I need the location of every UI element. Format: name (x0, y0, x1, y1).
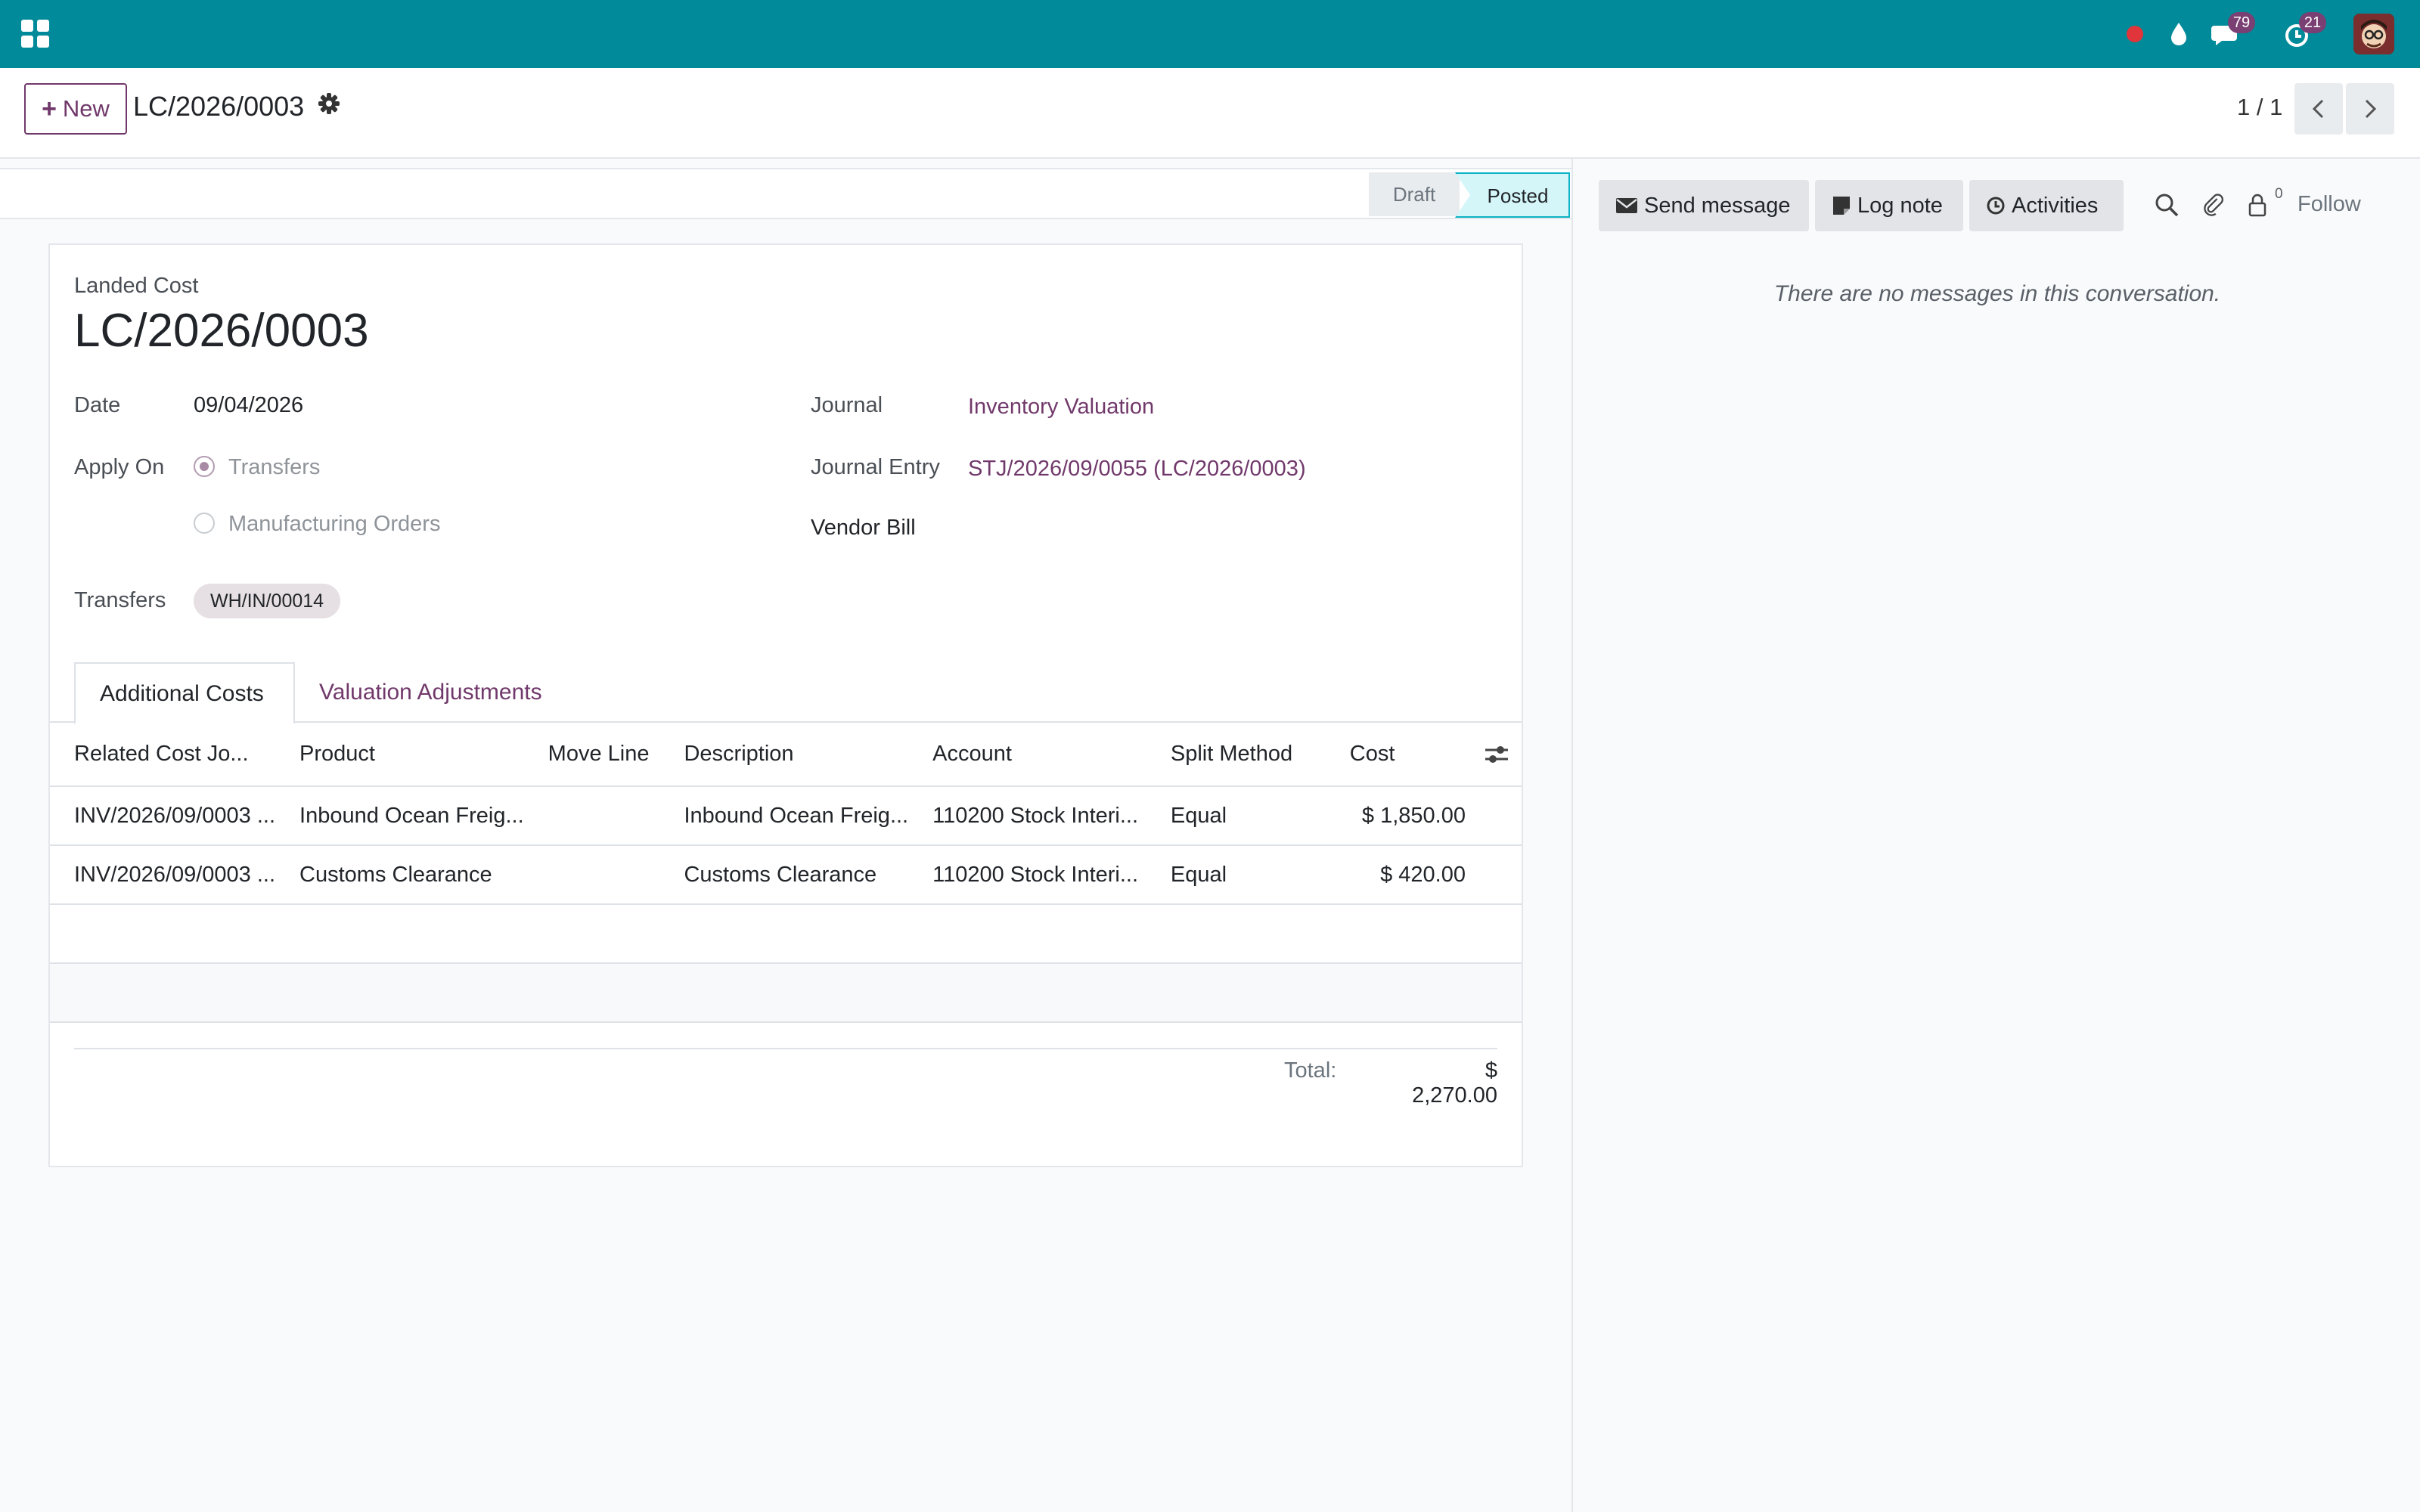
cell-move-line (523, 845, 660, 905)
follower-count: 0 (2275, 186, 2283, 202)
follower-lock-icon[interactable] (2245, 192, 2270, 218)
cell-split-method: Equal (1146, 786, 1326, 846)
chat-badge: 79 (2228, 12, 2255, 33)
record-type-label: Landed Cost (74, 274, 199, 298)
pager-value[interactable]: 1 / 1 (2237, 94, 2282, 121)
search-icon[interactable] (2154, 192, 2180, 218)
column-header[interactable]: Account (908, 723, 1146, 787)
follow-button[interactable]: Follow (2297, 192, 2361, 217)
apply-on-label: Apply On (74, 455, 165, 479)
activity-badge: 21 (2299, 12, 2326, 33)
cell-related-cost-journal: INV/2026/09/0003 ... (50, 845, 276, 905)
journal-label: Journal (811, 393, 883, 417)
send-message-label: Send message (1644, 194, 1791, 218)
journal-entry-link[interactable]: STJ/2026/09/0055 (LC/2026/0003) (968, 457, 1306, 482)
date-value: 09/04/2026 (194, 393, 304, 417)
radio-manufacturing-orders-label: Manufacturing Orders (228, 512, 441, 536)
radio-manufacturing-orders[interactable] (194, 513, 215, 534)
activities-button[interactable]: Activities (1969, 180, 2124, 231)
cell-cost: $ 1,850.00 (1325, 786, 1522, 846)
cell-move-line (523, 786, 660, 846)
control-panel: + New LC/2026/0003 1 / 1 (0, 68, 2420, 159)
transfer-tag[interactable]: WH/IN/00014 (194, 584, 341, 618)
recording-indicator-icon[interactable] (2119, 18, 2151, 50)
cell-account: 110200 Stock Interi... (908, 786, 1146, 846)
plus-icon: + (42, 94, 57, 123)
activity-clock-icon[interactable]: 21 (2281, 12, 2326, 50)
pager-previous-button[interactable] (2294, 83, 2343, 135)
chevron-right-icon (2365, 99, 2377, 119)
chatter-panel: Send message Log note Activities 0 Follo… (1571, 159, 2420, 1512)
tab-valuation-adjustments[interactable]: Valuation Adjustments (319, 662, 542, 723)
stage-draft[interactable]: Draft (1369, 172, 1460, 216)
notebook-tabs: Additional Costs Valuation Adjustments (50, 662, 1522, 724)
log-note-label: Log note (1857, 194, 1943, 218)
chevron-left-icon (2312, 99, 2324, 119)
radio-transfers-label: Transfers (228, 455, 321, 479)
date-label: Date (74, 393, 121, 417)
empty-row (50, 904, 1522, 964)
breadcrumb: LC/2026/0003 (133, 91, 305, 122)
vendor-bill-label: Vendor Bill (811, 516, 916, 540)
status-bar: Draft Posted (0, 168, 1571, 219)
paperclip-icon[interactable] (2201, 192, 2226, 218)
table-row[interactable]: INV/2026/09/0003 ... Customs Clearance C… (50, 845, 1522, 905)
gear-icon[interactable] (316, 91, 342, 116)
column-header[interactable]: Description (659, 723, 909, 787)
table-header-row: Related Cost Jo... Product Move Line Des… (50, 723, 1522, 787)
table-row[interactable]: INV/2026/09/0003 ... Inbound Ocean Freig… (50, 786, 1522, 846)
water-drop-icon[interactable] (2163, 18, 2195, 50)
user-avatar[interactable] (2353, 14, 2394, 54)
cell-account: 110200 Stock Interi... (908, 845, 1146, 905)
send-message-button[interactable]: Send message (1599, 180, 1809, 231)
additional-costs-table: Related Cost Jo... Product Move Line Des… (50, 723, 1522, 1023)
column-header[interactable]: Move Line (523, 723, 660, 787)
transfers-label: Transfers (74, 588, 166, 612)
record-title: LC/2026/0003 (74, 305, 369, 357)
cell-split-method: Equal (1146, 845, 1326, 905)
empty-row (50, 963, 1522, 1023)
total-label: Total: (1284, 1058, 1337, 1083)
activities-label: Activities (2012, 194, 2099, 218)
form-sheet: Landed Cost LC/2026/0003 Date 09/04/2026… (48, 243, 1523, 1167)
new-button-label: New (62, 95, 110, 122)
cell-cost: $ 420.00 (1325, 845, 1522, 905)
column-header[interactable]: Split Method (1146, 723, 1326, 787)
column-header[interactable]: Product (275, 723, 524, 787)
log-note-button[interactable]: Log note (1815, 180, 1963, 231)
cell-description: Inbound Ocean Freig... (659, 786, 909, 846)
cell-product: Customs Clearance (275, 845, 524, 905)
column-header-cost[interactable]: Cost (1325, 723, 1522, 787)
journal-link[interactable]: Inventory Valuation (968, 395, 1154, 420)
cell-product: Inbound Ocean Freig... (275, 786, 524, 846)
envelope-icon (1616, 198, 1637, 213)
column-header-cost-label: Cost (1349, 742, 1395, 766)
note-icon (1833, 197, 1850, 215)
cell-related-cost-journal: INV/2026/09/0003 ... (50, 786, 276, 846)
cell-description: Customs Clearance (659, 845, 909, 905)
pager-next-button[interactable] (2346, 83, 2394, 135)
new-button[interactable]: + New (24, 83, 127, 135)
optional-columns-icon[interactable] (1484, 743, 1509, 766)
total-divider (74, 1048, 1497, 1049)
apps-menu-icon[interactable] (21, 20, 50, 48)
radio-transfers[interactable] (194, 456, 215, 477)
empty-conversation-message: There are no messages in this conversati… (1773, 281, 2221, 306)
journal-entry-label: Journal Entry (811, 455, 940, 479)
chat-icon[interactable]: 79 (2210, 12, 2255, 50)
total-value: $ 2,270.00 (1412, 1058, 1497, 1108)
top-navbar: 79 21 (0, 0, 2420, 68)
tab-additional-costs[interactable]: Additional Costs (74, 662, 295, 724)
stage-posted[interactable]: Posted (1455, 172, 1570, 218)
clock-icon (1987, 197, 2005, 215)
column-header[interactable]: Related Cost Jo... (50, 723, 276, 787)
